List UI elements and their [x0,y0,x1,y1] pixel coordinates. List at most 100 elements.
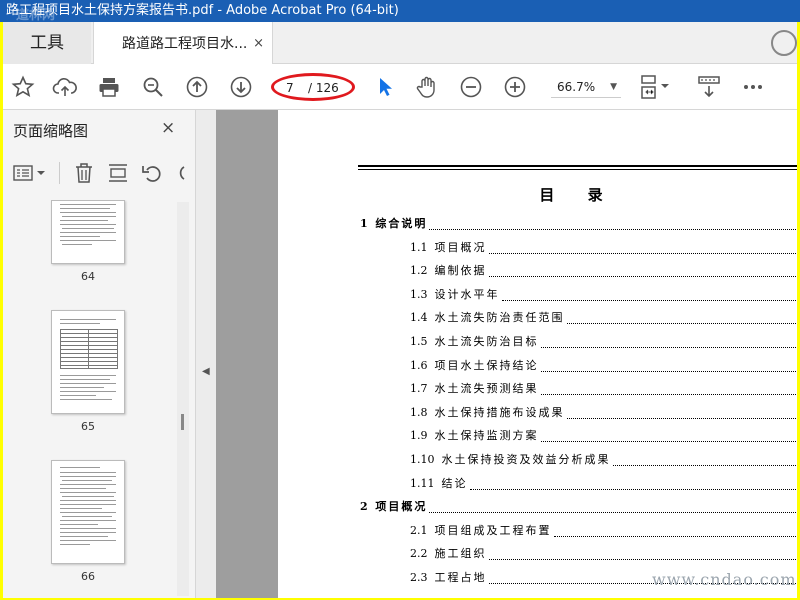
toc-entry[interactable]: 1.7 水土流失预测结果 [410,381,539,397]
page-thumbnail[interactable] [51,200,125,264]
toc-entry[interactable]: 1.2 编制依据 [410,263,487,279]
panel-collapse-handle[interactable]: ◀ [196,110,216,598]
toc-entry-text: 水土保持措施布设成果 [434,405,565,419]
toc-entry[interactable]: 2.2 施工组织 [410,546,487,562]
toc-entry-number: 1.2 [410,264,428,278]
tab-document-label: 路道路工程项目水... [122,36,248,52]
thumbnail-options-icon[interactable] [11,158,49,188]
toc-entry[interactable]: 2 项目概况 [360,499,427,515]
toc-entry-text: 结论 [441,476,468,490]
toc-entry[interactable]: 1.8 水土保持措施布设成果 [410,405,565,421]
rotate-left-icon[interactable] [137,158,167,188]
thumbnail-page-number: 64 [81,270,95,283]
panel-title: 页面缩略图 [13,122,89,140]
toc-entry[interactable]: 1.4 水土流失防治责任范围 [410,310,565,326]
window-title-bar: 路工程项目水土保持方案报告书.pdf - Adobe Acrobat Pro (… [0,0,800,22]
more-icon[interactable] [733,64,773,110]
page-down-icon[interactable] [221,64,261,110]
toc-entry-number: 2.1 [410,523,428,537]
toc-entry-text: 施工组织 [434,547,487,561]
page-thumbnail[interactable] [51,460,125,564]
tab-document[interactable]: 路道路工程项目水... × [93,22,273,64]
toc-entry[interactable]: 1.5 水土流失防治目标 [410,334,539,350]
header-rule [358,169,797,170]
toc-entry[interactable]: 1 综合说明 [360,216,427,232]
insert-page-icon[interactable] [103,158,133,188]
toc-leader [541,370,797,372]
toc-entry-number: 1.9 [410,429,428,443]
toc-leader [489,558,797,560]
toc-entry[interactable]: 1.9 水土保持监测方案 [410,428,539,444]
hand-icon[interactable] [407,64,447,110]
star-icon[interactable] [3,64,43,110]
toc-entry-number: 1.1 [410,240,428,254]
toc-leader [502,299,797,301]
scrollbar-thumb[interactable] [181,414,184,430]
thumbnail-scrollbar[interactable] [177,202,189,596]
rotate-right-icon[interactable] [169,158,189,188]
toc-entry-text: 项目概况 [434,240,487,254]
toc-entry-text: 水土保持监测方案 [434,429,539,443]
toc-entry-text: 设计水平年 [434,287,500,301]
help-icon[interactable] [771,30,797,56]
trash-icon[interactable] [69,158,99,188]
zoom-value: 66.7% [557,80,596,94]
toc-entry-number: 1.5 [410,335,428,348]
print-icon[interactable] [89,64,129,110]
toc-entry-number: 1.3 [410,287,428,301]
document-view[interactable]: 目 录 1 综合说明 1.1 项目概况 1.2 编制依据 1.3 设计水平年 1.4 水… [216,110,797,598]
toc-entry[interactable]: 2.1 项目组成及工程布置 [410,523,552,539]
toc-entry[interactable]: 1.10 水土保持投资及效益分析成果 [410,452,611,468]
toc-leader [429,228,797,230]
select-arrow-icon[interactable] [365,64,405,110]
toc-leader [541,393,797,395]
toc-entry-text: 水土流失防治目标 [434,335,539,348]
toc-leader [567,417,797,419]
toc-leader [489,275,797,277]
zoom-out-icon[interactable] [451,64,491,110]
toc-entry-number: 1.10 [410,453,435,466]
toc-leader [541,346,797,348]
page-number-box: 7 / 126 [271,73,355,101]
toc-entry-number: 2 [360,500,368,514]
divider [59,162,60,184]
fit-page-icon[interactable] [633,64,679,110]
tab-strip: 工具 路道路工程项目水... × [3,22,797,64]
watermark-logo: 道林网 [16,8,56,23]
panel-toolbar [3,158,196,188]
toc-entry-number: 1 [360,217,368,230]
zoom-select[interactable]: 66.7% ▼ [551,76,621,98]
toc-entry[interactable]: 1.3 设计水平年 [410,287,500,303]
tab-close-icon[interactable]: × [253,22,264,66]
toc-leader [613,464,797,466]
toc-entry[interactable]: 1.1 项目概况 [410,240,487,256]
toc-entry-text: 综合说明 [375,217,428,230]
scroll-mode-icon[interactable] [689,64,729,110]
toc-leader [429,511,797,513]
zoom-in-icon[interactable] [495,64,535,110]
toc-entry-number: 1.8 [410,405,428,419]
toc-entry[interactable]: 1.11 结论 [410,476,468,492]
page-thumbnail[interactable] [51,310,125,414]
zoom-search-icon[interactable] [133,64,173,110]
toc-entry-text: 项目概况 [375,500,428,514]
toc-entry[interactable]: 2.3 工程占地 [410,570,487,586]
toc-leader [470,488,797,490]
page-up-icon[interactable] [177,64,217,110]
toc-leader [541,440,797,442]
toc-entry-number: 2.2 [410,547,428,561]
toc-entry-number: 1.7 [410,382,428,396]
page-number-input[interactable]: 7 [286,81,304,95]
toc-entry-text: 工程占地 [434,571,487,584]
cloud-upload-icon[interactable] [45,64,85,110]
toc-leader [554,535,797,537]
panel-close-icon[interactable]: × [161,118,175,138]
chevron-down-icon: ▼ [610,82,617,92]
toc-entry-number: 1.11 [410,476,435,490]
tab-tools[interactable]: 工具 [3,22,91,64]
watermark-site: www.cndao.com [652,570,797,589]
toc-title: 目 录 [539,186,617,204]
thumbnail-list: 64 65 66 [3,200,175,598]
toc-entry[interactable]: 1.6 项目水土保持结论 [410,358,539,374]
document-page: 目 录 1 综合说明 1.1 项目概况 1.2 编制依据 1.3 设计水平年 1.4 水… [278,110,797,598]
